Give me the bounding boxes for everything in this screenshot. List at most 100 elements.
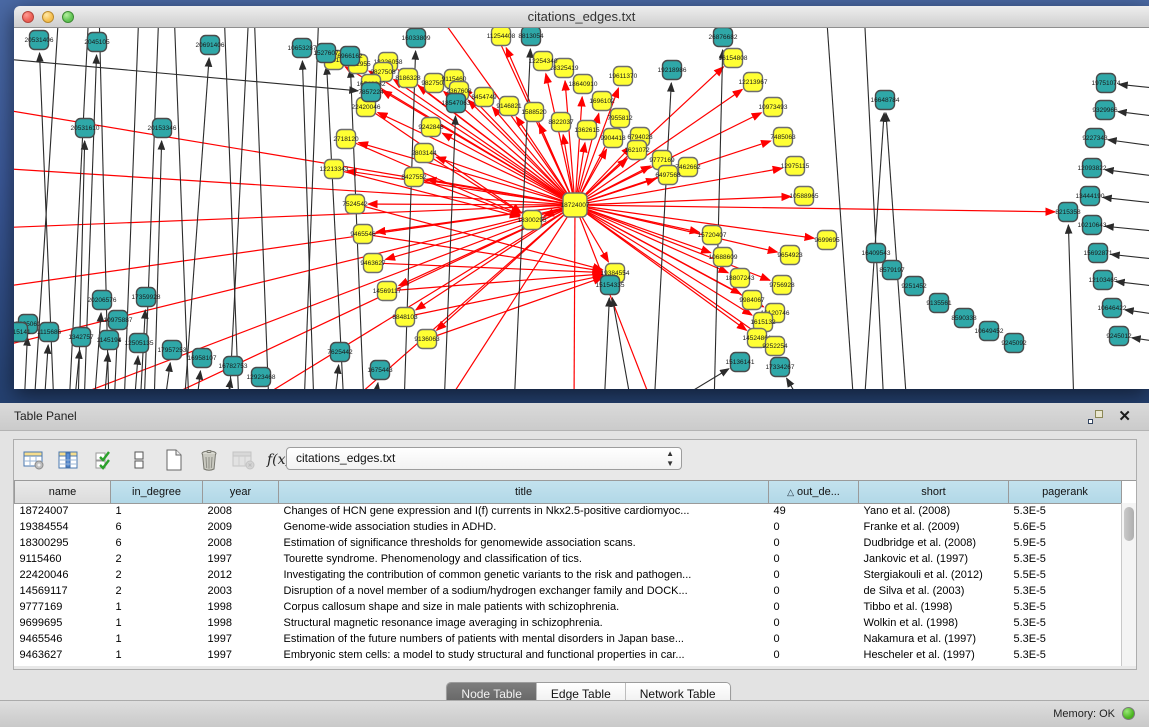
cell-year[interactable]: 1997 <box>203 647 279 663</box>
graph-node[interactable]: 8590338 <box>951 309 977 328</box>
graph-edge[interactable] <box>14 168 575 205</box>
table-vertical-scrollbar[interactable] <box>1121 503 1136 666</box>
scrollbar-thumb[interactable] <box>1124 507 1134 541</box>
cell-pagerank[interactable]: 5.3E-5 <box>1009 551 1122 567</box>
table-row[interactable]: 946554611997Estimation of the future num… <box>15 631 1122 647</box>
graph-node[interactable]: 12213967 <box>739 73 768 92</box>
graph-edge[interactable] <box>1105 226 1149 231</box>
cell-short[interactable]: Hescheler et al. (1997) <box>859 647 1009 663</box>
graph-node[interactable]: 9227343 <box>1082 129 1108 148</box>
graph-node[interactable]: 2718120 <box>333 130 359 149</box>
cell-name[interactable]: 9465546 <box>15 631 111 647</box>
create-column-icon[interactable] <box>160 446 188 474</box>
cell-out_degree[interactable]: 0 <box>769 567 859 583</box>
graph-edge[interactable] <box>1116 282 1149 286</box>
cell-title[interactable]: Disruption of a novel member of a sodium… <box>279 583 769 599</box>
graph-node[interactable]: 1342757 <box>68 328 94 347</box>
table-row[interactable]: 1872400712008Changes of HCN gene express… <box>15 503 1122 519</box>
network-window-titlebar[interactable]: citations_edges.txt <box>14 6 1149 28</box>
graph-node[interactable]: 9245012 <box>1106 327 1132 346</box>
graph-node[interactable]: 7625442 <box>327 343 353 362</box>
cell-year[interactable]: 1998 <box>203 615 279 631</box>
graph-edge[interactable] <box>1108 140 1149 146</box>
cell-year[interactable]: 1997 <box>203 551 279 567</box>
graph-node[interactable]: 9136063 <box>414 330 440 349</box>
cell-in_degree[interactable]: 6 <box>111 535 203 551</box>
cell-year[interactable]: 2012 <box>203 567 279 583</box>
graph-node[interactable]: 7857224 <box>358 83 384 102</box>
graph-node[interactable]: 10649452 <box>975 322 1004 341</box>
graph-node[interactable]: 9463627 <box>360 254 386 273</box>
graph-node[interactable]: 16782753 <box>219 357 248 376</box>
graph-node[interactable]: 6966162 <box>337 47 363 66</box>
graph-node[interactable]: 9756928 <box>769 276 795 295</box>
graph-node[interactable]: 16409543 <box>862 244 891 263</box>
cell-in_degree[interactable]: 2 <box>111 551 203 567</box>
graph-node[interactable]: 6497568 <box>655 166 681 185</box>
graph-node[interactable]: 2803144 <box>411 144 437 163</box>
graph-edge[interactable] <box>373 263 602 272</box>
cell-title[interactable]: Changes of HCN gene expression and I(f) … <box>279 503 769 519</box>
graph-node[interactable]: 18724007 <box>561 193 590 217</box>
graph-node[interactable]: 8186328 <box>395 69 421 88</box>
graph-node[interactable]: 17957253 <box>158 341 187 360</box>
cell-out_degree[interactable]: 0 <box>769 615 859 631</box>
cell-in_degree[interactable]: 1 <box>111 631 203 647</box>
graph-edge[interactable] <box>378 113 575 205</box>
table-selector[interactable]: citations_edges.txt ▲▼ <box>286 447 682 470</box>
graph-edge[interactable] <box>174 28 189 389</box>
cell-title[interactable]: Structural magnetic resonance image aver… <box>279 615 769 631</box>
graph-node[interactable]: 18807243 <box>726 269 755 288</box>
graph-node[interactable]: 1362615 <box>574 121 600 140</box>
cell-out_degree[interactable]: 49 <box>769 503 859 519</box>
graph-node[interactable]: 9251452 <box>901 277 927 296</box>
cell-out_degree[interactable]: 0 <box>769 519 859 535</box>
table-mode-icon[interactable] <box>20 446 48 474</box>
cell-year[interactable]: 2008 <box>203 535 279 551</box>
cell-out_degree[interactable]: 0 <box>769 583 859 599</box>
graph-node[interactable]: 19611370 <box>609 67 638 86</box>
column-header-out_degree[interactable]: △out_de... <box>769 481 859 503</box>
cell-name[interactable]: 9699695 <box>15 615 111 631</box>
cell-out_degree[interactable]: 0 <box>769 535 859 551</box>
table-row[interactable]: 1938455462009Genome-wide association stu… <box>15 519 1122 535</box>
graph-node[interactable]: 19218986 <box>658 61 687 80</box>
graph-node[interactable]: 9146821 <box>496 97 522 116</box>
cell-in_degree[interactable]: 1 <box>111 599 203 615</box>
cell-out_degree[interactable]: 0 <box>769 647 859 663</box>
cell-in_degree[interactable]: 1 <box>111 615 203 631</box>
cell-pagerank[interactable]: 5.9E-5 <box>1009 535 1122 551</box>
graph-node[interactable]: 9242848 <box>418 118 444 137</box>
graph-node[interactable]: 9654923 <box>777 246 803 265</box>
graph-node[interactable]: 12975115 <box>781 157 810 176</box>
table-row[interactable]: 969969511998Structural magnetic resonanc… <box>15 615 1122 631</box>
graph-node[interactable]: 10646422 <box>1098 299 1127 318</box>
cell-name[interactable]: 9115460 <box>15 551 111 567</box>
graph-edge[interactable] <box>374 383 378 389</box>
cell-name[interactable]: 18724007 <box>15 503 111 519</box>
table-row[interactable]: 1456911722003Disruption of a novel membe… <box>15 583 1122 599</box>
cell-short[interactable]: Yano et al. (2008) <box>859 503 1009 519</box>
graph-node[interactable]: 8848103 <box>392 308 418 327</box>
cell-short[interactable]: Nakamura et al. (1997) <box>859 631 1009 647</box>
cell-pagerank[interactable]: 5.3E-5 <box>1009 503 1122 519</box>
graph-edge[interactable] <box>334 365 339 389</box>
graph-node[interactable]: 8454749 <box>471 88 497 107</box>
cell-title[interactable]: Investigating the contribution of common… <box>279 567 769 583</box>
graph-node[interactable]: 9135561 <box>926 294 952 313</box>
table-row[interactable]: 977716911998Corpus callosum shape and si… <box>15 599 1122 615</box>
graph-node[interactable]: 1527607 <box>313 44 339 63</box>
cell-short[interactable]: Stergiakouli et al. (2012) <box>859 567 1009 583</box>
cell-in_degree[interactable]: 2 <box>111 567 203 583</box>
graph-node[interactable]: 1696102 <box>589 92 615 111</box>
graph-node[interactable]: 15692871 <box>1084 244 1113 263</box>
graph-edge[interactable] <box>224 28 239 389</box>
graph-edge[interactable] <box>24 337 27 389</box>
graph-edge[interactable] <box>575 205 1055 212</box>
close-panel-icon[interactable]: ✕ <box>1118 407 1131 425</box>
cell-short[interactable]: de Silva et al. (2003) <box>859 583 1009 599</box>
graph-node[interactable]: 10210643 <box>1078 216 1107 235</box>
graph-edge[interactable] <box>574 205 575 389</box>
graph-edge[interactable] <box>864 28 884 389</box>
graph-node[interactable]: 13444190 <box>1076 187 1105 206</box>
